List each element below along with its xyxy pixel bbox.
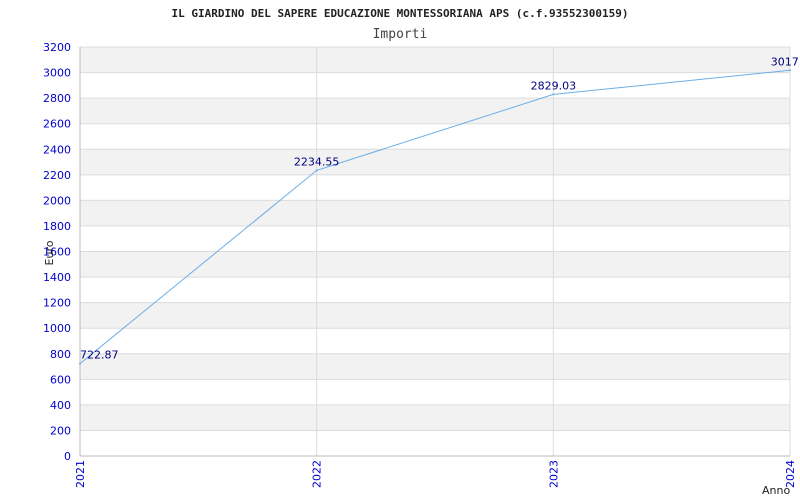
y-tick-label: 1400 (43, 271, 71, 284)
y-tick-label: 2400 (43, 143, 71, 156)
x-axis-ticks: 2021 2022 2023 2024 (74, 460, 797, 488)
plot-band (80, 174, 790, 201)
plot-band (80, 200, 790, 226)
y-tick-label: 400 (50, 399, 71, 412)
plot-band (80, 277, 790, 303)
data-point (552, 93, 555, 96)
plot-band (80, 430, 790, 456)
y-tick-label: 1000 (43, 322, 71, 335)
plot-band (80, 302, 790, 329)
chart-title: IL GIARDINO DEL SAPERE EDUCAZIONE MONTES… (172, 7, 629, 20)
plot-band (80, 251, 790, 278)
y-tick-label: 1800 (43, 220, 71, 233)
y-tick-label: 0 (64, 450, 71, 463)
plot-band (80, 47, 790, 73)
x-tick-label: 2023 (547, 460, 560, 488)
plot-band (80, 149, 790, 175)
x-axis-label: Anno (762, 484, 790, 497)
plot-band (80, 353, 790, 380)
data-point (315, 169, 318, 172)
y-tick-label: 2200 (43, 169, 71, 182)
chart-subtitle: Importi (373, 27, 428, 42)
y-tick-label: 3000 (43, 67, 71, 80)
y-tick-label: 3200 (43, 41, 71, 54)
x-tick-label: 2022 (311, 460, 324, 488)
plot-band (80, 225, 790, 252)
y-tick-label: 800 (50, 348, 71, 361)
plot-band (80, 72, 790, 99)
data-label: 722.87 (80, 349, 119, 362)
plot-band (80, 328, 790, 354)
y-axis-label: Euro (43, 240, 56, 265)
y-tick-label: 2600 (43, 118, 71, 131)
data-label: 2829.03 (531, 79, 577, 92)
y-tick-label: 600 (50, 373, 71, 386)
data-label: 2234.55 (294, 155, 340, 168)
plot-band (80, 123, 790, 150)
y-tick-label: 2000 (43, 194, 71, 207)
chart: IL GIARDINO DEL SAPERE EDUCAZIONE MONTES… (43, 7, 800, 497)
y-tick-label: 200 (50, 424, 71, 437)
plot-band (80, 379, 790, 405)
y-tick-label: 1200 (43, 297, 71, 310)
data-point (79, 362, 81, 365)
plot-band (80, 404, 790, 431)
data-label: 3017.8 (771, 55, 800, 68)
x-tick-label: 2021 (74, 460, 87, 488)
y-tick-label: 2800 (43, 92, 71, 105)
data-point (789, 69, 791, 72)
plot-band (80, 98, 790, 124)
